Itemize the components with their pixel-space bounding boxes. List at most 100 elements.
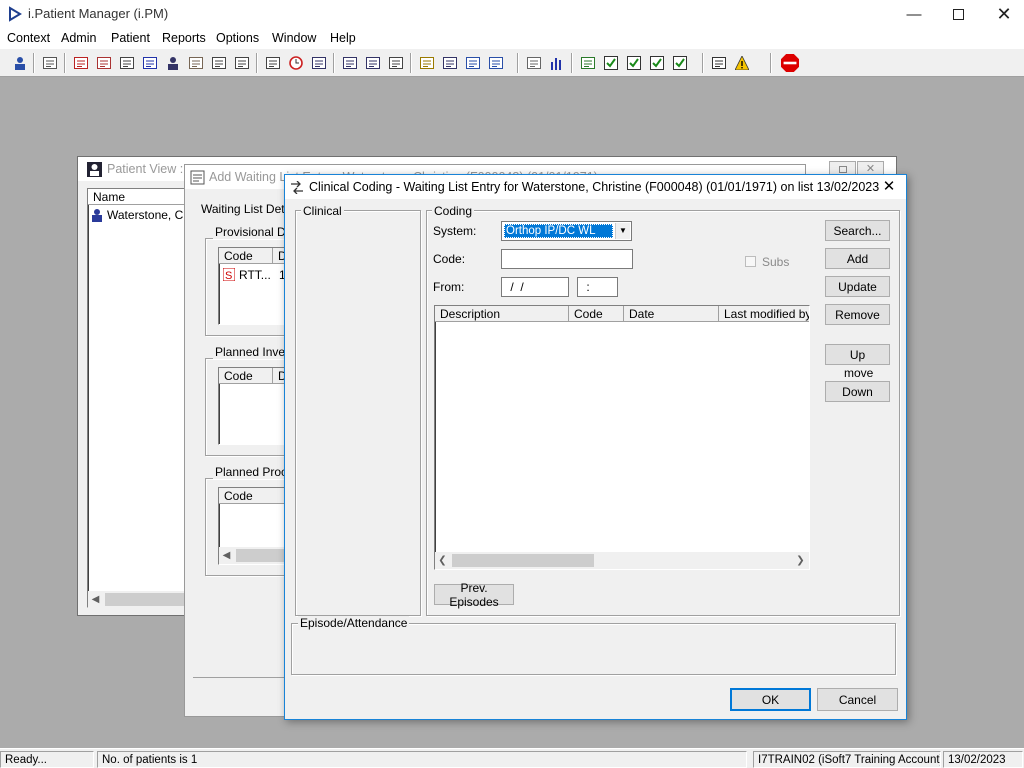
toolbar-button-form[interactable] (117, 53, 137, 73)
move-up-button[interactable]: Up (825, 344, 890, 365)
menu-bar: Context Admin Patient Reports Options Wi… (0, 28, 1024, 49)
episode-attendance-group (291, 623, 896, 675)
procedures-hscroll[interactable]: ◀ (219, 547, 292, 564)
close-button[interactable]: ✕ (981, 2, 1024, 26)
menu-reports[interactable]: Reports (162, 31, 206, 45)
menu-patient[interactable]: Patient (111, 31, 150, 45)
toolbar-button-ambulance[interactable] (486, 53, 506, 73)
from-date-input[interactable]: / / (501, 277, 569, 297)
prev-episodes-button[interactable]: Prev. Episodes (434, 581, 514, 609)
minimize-icon: — (906, 5, 922, 23)
provisional-diagnosis-list[interactable]: Code D S RTT... 1 (218, 247, 293, 325)
menu-admin[interactable]: Admin (61, 31, 96, 45)
patient-list-header-name[interactable]: Name (88, 189, 196, 205)
patient-view-icon (87, 162, 102, 177)
menu-help[interactable]: Help (330, 31, 356, 45)
app-titlebar: i.Patient Manager (i.PM) — ✕ (0, 0, 1024, 28)
toolbar-button-transport[interactable] (463, 53, 483, 73)
monitor-icon (312, 57, 326, 69)
toolbar-separator (410, 53, 412, 73)
toolbar-button-note[interactable] (186, 53, 206, 73)
remove-button[interactable]: Remove (825, 304, 890, 325)
from-time-input[interactable]: : (577, 277, 618, 297)
subs-checkbox[interactable] (745, 256, 756, 267)
move-down-button[interactable]: Down (825, 381, 890, 402)
restore-icon (839, 166, 847, 173)
toolbar-button-warning[interactable] (732, 53, 752, 73)
toolbar-button-chart[interactable] (547, 53, 567, 73)
menu-options[interactable]: Options (216, 31, 259, 45)
toolbar-button-print[interactable] (40, 53, 60, 73)
key-icon (212, 57, 226, 69)
col-code[interactable]: Code (219, 368, 273, 384)
toolbar-button-globe[interactable] (578, 53, 598, 73)
check-icon (627, 56, 641, 70)
episode-attendance-label: Episode/Attendance (298, 616, 410, 630)
toolbar-button-patient-search[interactable] (10, 53, 30, 73)
coding-list-hscroll[interactable]: ❮ ❯ (435, 552, 809, 569)
menu-window[interactable]: Window (272, 31, 316, 45)
coding-list[interactable]: Description Code Date Last modified by ❮… (434, 305, 810, 570)
scroll-left-icon[interactable]: ◀ (88, 592, 103, 607)
toolbar-button-monitor[interactable] (309, 53, 329, 73)
col-date[interactable]: Date (624, 306, 719, 322)
scroll-thumb[interactable] (452, 554, 594, 567)
toolbar-button-check[interactable] (601, 53, 621, 73)
toolbar-button-bed[interactable] (263, 53, 283, 73)
col-last-modified-by[interactable]: Last modified by (719, 306, 809, 322)
planned-investigations-list[interactable]: Code D (218, 367, 293, 445)
toolbar-button-exit[interactable] (780, 53, 800, 73)
patient-search-icon (15, 57, 25, 70)
col-code[interactable]: Code (219, 248, 273, 264)
bed-icon (266, 57, 280, 69)
update-button[interactable]: Update (825, 276, 890, 297)
toolbar-button-dispatch[interactable] (232, 53, 252, 73)
toolbar-button-page[interactable] (524, 53, 544, 73)
toolbar-button-calc[interactable] (440, 53, 460, 73)
toolbar-separator (33, 53, 35, 73)
col-code[interactable]: Code (569, 306, 624, 322)
toolbar-button-m[interactable] (140, 53, 160, 73)
toolbar-button-document[interactable] (363, 53, 383, 73)
rtt-icon: S (223, 268, 235, 281)
minimize-button[interactable]: — (891, 2, 937, 26)
menu-context[interactable]: Context (7, 31, 50, 45)
person-icon (168, 57, 178, 70)
toolbar-button-list[interactable] (417, 53, 437, 73)
svg-text:S: S (225, 270, 232, 281)
toolbar-button-timer[interactable] (386, 53, 406, 73)
scroll-left-icon[interactable]: ◀ (219, 548, 234, 563)
col-description[interactable]: Description (435, 306, 569, 322)
toolbar-button-clock[interactable] (286, 53, 306, 73)
toolbar-button-refresh[interactable] (670, 53, 690, 73)
toolbar-button-refresh[interactable] (647, 53, 667, 73)
ok-button[interactable]: OK (730, 688, 811, 711)
cancel-button[interactable]: Cancel (817, 688, 898, 711)
patient-list[interactable]: Name Waterstone, Chri ◀ (87, 188, 197, 608)
toolbar-button-scan[interactable] (340, 53, 360, 73)
diagnosis-row[interactable]: S RTT... 1 (221, 267, 292, 283)
close-icon: ✕ (996, 3, 1012, 24)
system-select[interactable]: Orthop IP/DC WL ▼ (501, 221, 632, 241)
coding-close-button[interactable]: ✕ (877, 177, 901, 197)
patient-list-hscroll[interactable]: ◀ (88, 591, 196, 608)
search-button[interactable]: Search... (825, 220, 890, 241)
planned-procedures-list[interactable]: Code ◀ (218, 487, 293, 565)
toolbar-button-check[interactable] (624, 53, 644, 73)
scroll-right-icon[interactable]: ❯ (793, 553, 808, 568)
add-button[interactable]: Add (825, 248, 890, 269)
from-label: From: (433, 280, 465, 294)
scroll-left-icon[interactable]: ❮ (435, 553, 450, 568)
col-code[interactable]: Code (219, 488, 292, 504)
toolbar (0, 49, 1024, 77)
toolbar-button-person[interactable] (163, 53, 183, 73)
toolbar-button-book[interactable] (71, 53, 91, 73)
chevron-down-icon[interactable]: ▼ (615, 223, 630, 239)
code-input[interactable] (501, 249, 633, 269)
toolbar-button-swap[interactable] (709, 53, 729, 73)
toolbar-button-key[interactable] (209, 53, 229, 73)
maximize-button[interactable] (935, 2, 981, 26)
clinical-coding-dialog: Clinical Coding - Waiting List Entry for… (284, 174, 907, 720)
scroll-thumb[interactable] (105, 593, 195, 606)
toolbar-button-edit[interactable] (94, 53, 114, 73)
